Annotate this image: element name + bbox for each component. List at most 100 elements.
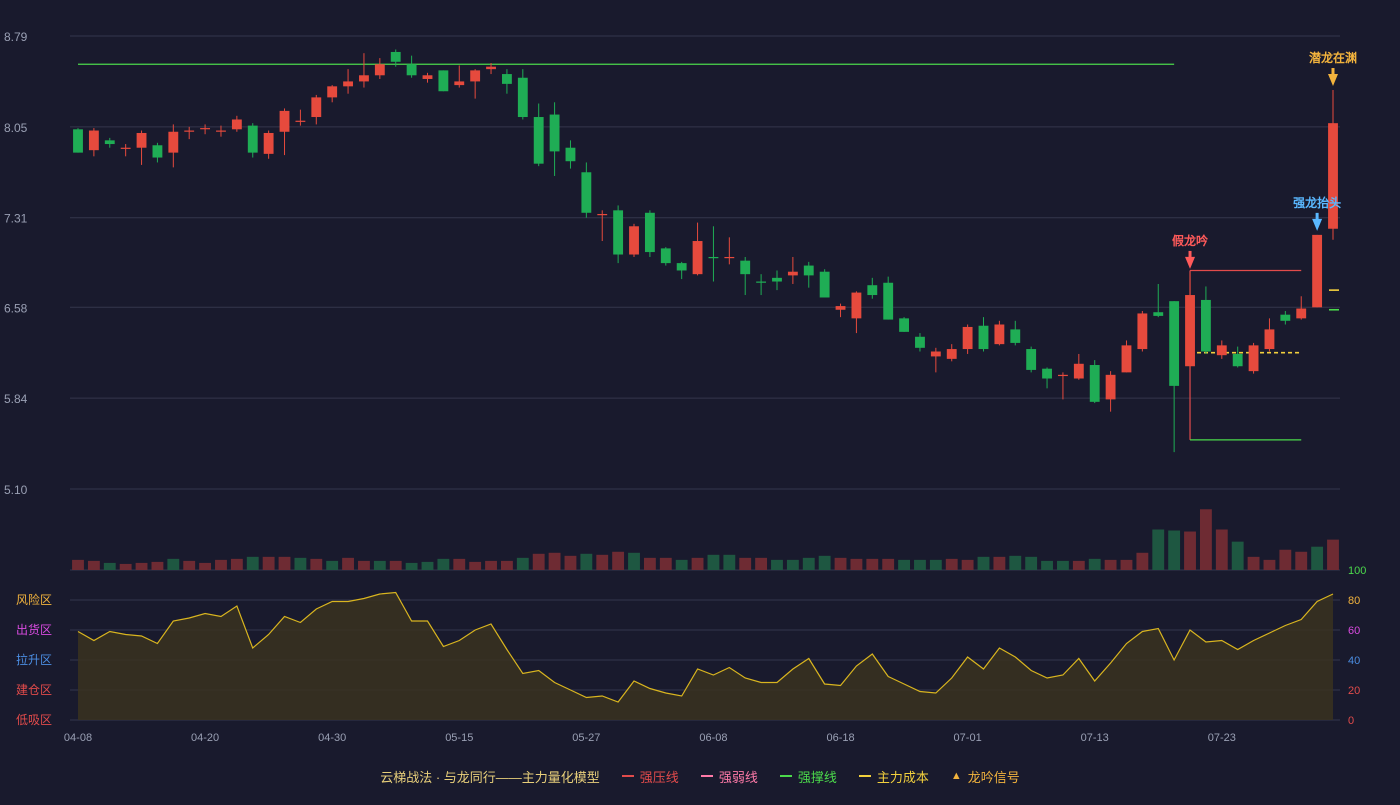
signal-arrow-icon	[1312, 218, 1323, 231]
volume-bar	[945, 558, 958, 570]
x-tick-label: 04-30	[318, 732, 346, 744]
volume-bar	[1025, 556, 1038, 570]
candle-body	[374, 64, 385, 76]
candle-body	[533, 117, 544, 164]
x-tick-label: 07-23	[1208, 732, 1236, 744]
volume-bar	[532, 553, 545, 570]
candle-body	[327, 86, 338, 98]
candle-body	[311, 97, 322, 118]
volume-bar	[1327, 539, 1339, 570]
x-tick-label: 07-01	[954, 732, 982, 744]
volume-bar	[596, 554, 609, 570]
volume-bar	[230, 558, 243, 570]
volume-bar	[1295, 551, 1308, 570]
volume-bar	[389, 560, 402, 570]
candle-body	[247, 125, 258, 153]
indicator-tick-label: 100	[1348, 565, 1366, 577]
legend-item-main-cost[interactable]: 主力成本	[858, 767, 929, 786]
volume-bar	[755, 557, 768, 570]
x-tick-label: 06-08	[699, 732, 727, 744]
candle-body	[1200, 299, 1211, 352]
candle-body	[1105, 374, 1116, 400]
candle-body	[454, 81, 465, 86]
grid-lines: 5.10 5.84 6.58 7.31 8.05 8.79	[4, 30, 1340, 497]
candle-body	[104, 140, 115, 145]
volume-bar	[739, 557, 752, 570]
volume-bar	[993, 556, 1006, 570]
candle-body	[676, 263, 687, 271]
candle-body	[279, 110, 290, 132]
candle-body	[1232, 353, 1243, 367]
volume-bar	[643, 557, 656, 570]
volume-bar	[1120, 559, 1133, 570]
volume-bar	[215, 559, 227, 570]
candle-body	[88, 130, 99, 151]
candles	[73, 49, 1338, 453]
candle-body	[883, 282, 894, 320]
candle-body	[692, 241, 703, 275]
indicator-tick-label: 0	[1348, 715, 1354, 727]
chart-root: 5.10 5.84 6.58 7.31 8.05 8.79 假龙吟 强龙抬头 潜龙在渊 0 20 40…	[0, 0, 1400, 800]
volume-bar	[373, 560, 386, 570]
candle-body	[501, 74, 512, 84]
volume-bar	[119, 563, 132, 570]
candle-body	[1185, 295, 1195, 367]
volume-bar	[1104, 559, 1117, 570]
candle-body	[851, 292, 862, 319]
candle-body	[1042, 368, 1052, 379]
volume-bar	[310, 558, 323, 570]
volume-bar	[1088, 558, 1101, 570]
volume-bar	[1136, 552, 1149, 570]
volume-bar	[866, 558, 879, 570]
indicator-area	[78, 592, 1333, 720]
candle-body	[470, 70, 481, 82]
volume-bar	[723, 554, 736, 570]
legend-item-strong-support[interactable]: 强撑线	[779, 767, 837, 786]
candle-body	[152, 145, 163, 158]
candle-body	[1216, 345, 1227, 356]
candle-body	[184, 130, 195, 132]
candle-body	[549, 114, 560, 152]
volume-bar	[500, 560, 513, 570]
volume-bar	[1279, 549, 1292, 570]
volume-bar	[1041, 560, 1053, 570]
candle-body	[120, 147, 131, 149]
volume-bar	[135, 562, 148, 570]
signal-label: 假龙吟	[1172, 233, 1208, 248]
zone-label: 建仓区	[16, 683, 52, 697]
price-tick-label: 8.05	[4, 121, 28, 135]
candle-body	[1089, 365, 1100, 402]
candle-body	[168, 131, 179, 153]
candle-body	[772, 277, 782, 282]
legend-label-strength-line: 强弱线	[718, 769, 758, 785]
volume-bar	[516, 557, 529, 570]
candle-body	[216, 130, 226, 132]
legend: 云梯战法 · 与龙同行——主力量化模型 强压线 强弱线 强撑线 主力成本 ▲ 龙…	[0, 764, 1400, 788]
legend-item-dragon-signal[interactable]: ▲ 龙吟信号	[951, 767, 1020, 786]
candle-body	[422, 75, 433, 79]
candle-body	[613, 210, 624, 255]
legend-item-strong-pressure[interactable]: 强压线	[621, 767, 679, 786]
volume-bar	[1072, 560, 1085, 570]
volume-bar	[1009, 555, 1022, 570]
legend-item-strength-line[interactable]: 强弱线	[700, 767, 758, 786]
zone-label: 出货区	[16, 622, 52, 637]
volume-bar	[786, 559, 799, 570]
volume-bar	[882, 558, 895, 570]
x-tick-label: 07-13	[1081, 732, 1109, 744]
candle-body	[756, 281, 767, 283]
zone-label: 低吸区	[16, 713, 52, 727]
candle-body	[724, 256, 735, 259]
volume-bar	[1311, 546, 1324, 570]
volume-bar	[1152, 529, 1165, 570]
volume-bar	[294, 557, 307, 570]
legend-triangle-icon: ▲	[950, 770, 962, 782]
volume-bar	[1215, 529, 1228, 570]
candle-body	[438, 70, 449, 92]
x-tick-label: 05-27	[572, 732, 600, 744]
volume-bar	[834, 557, 847, 570]
price-tick-label: 7.31	[4, 212, 28, 226]
candle-body	[1312, 234, 1323, 308]
volume-bar	[1247, 556, 1260, 570]
volume-bar	[977, 556, 990, 570]
